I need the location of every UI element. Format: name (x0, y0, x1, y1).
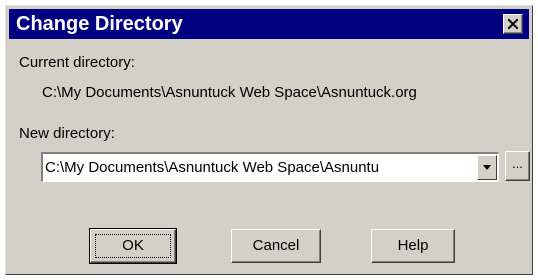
cancel-button[interactable]: Cancel (231, 229, 321, 263)
change-directory-dialog: Change Directory Current directory: C:\M… (5, 5, 533, 275)
browse-button[interactable]: ... (505, 151, 530, 181)
new-directory-label: New directory: (19, 125, 115, 142)
help-button[interactable]: Help (371, 229, 455, 263)
dialog-title: Change Directory (16, 13, 183, 35)
title-bar[interactable]: Change Directory (9, 9, 529, 39)
ok-button-label: OK (95, 234, 171, 258)
chevron-down-icon (483, 165, 491, 170)
dropdown-button[interactable] (477, 155, 497, 180)
new-directory-input[interactable] (44, 155, 474, 179)
close-icon (508, 19, 518, 29)
current-directory-value: C:\My Documents\Asnuntuck Web Space\Asnu… (42, 84, 417, 101)
ok-button[interactable]: OK (89, 228, 177, 264)
close-button[interactable] (503, 14, 523, 34)
current-directory-label: Current directory: (19, 54, 135, 71)
new-directory-combobox[interactable] (41, 152, 499, 182)
